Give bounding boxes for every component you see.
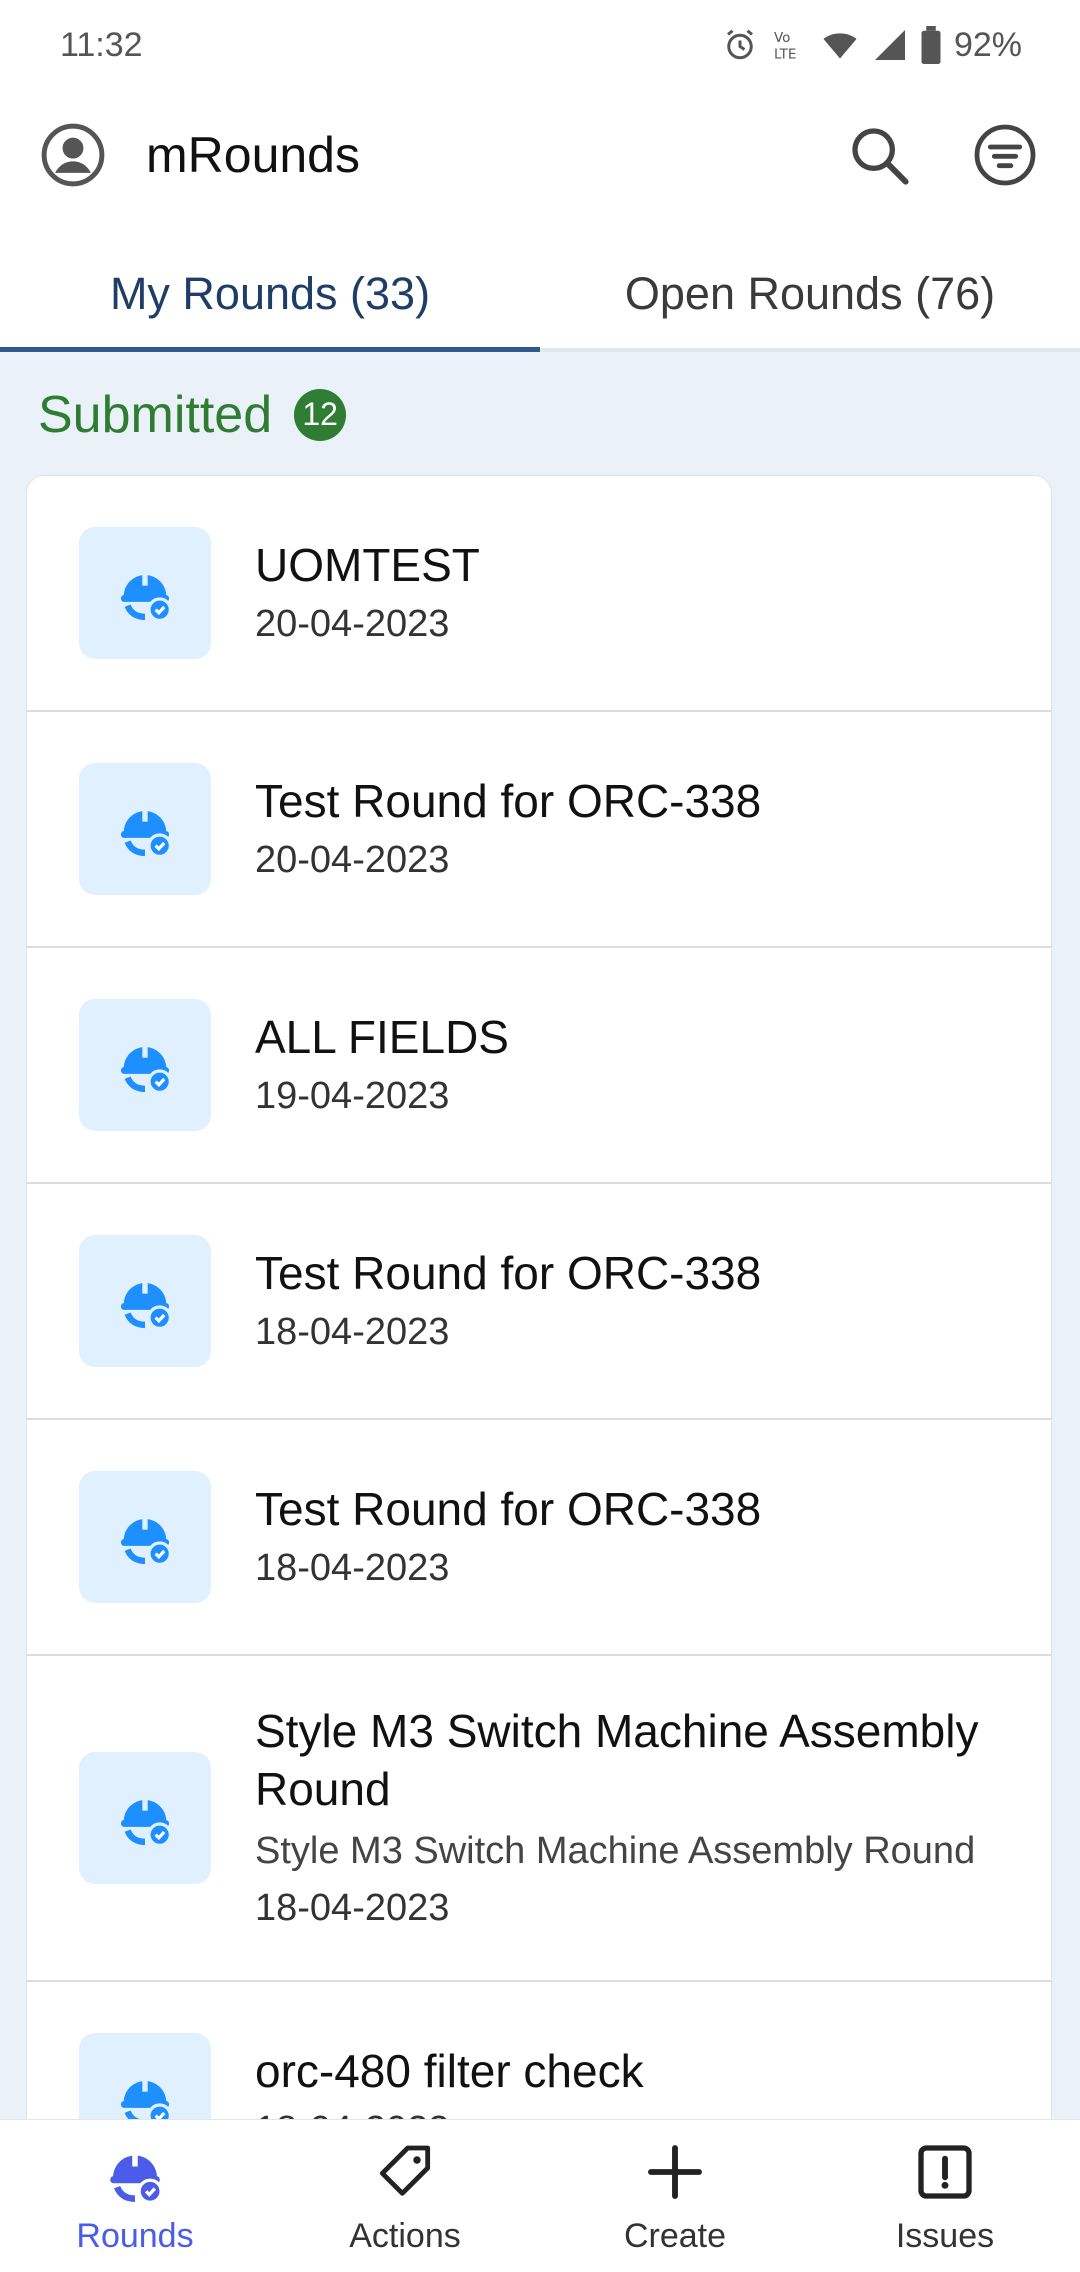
volte-icon: Vo LTE (770, 27, 808, 63)
round-thumb (79, 2033, 211, 2119)
round-title: Style M3 Switch Machine Assembly Round (255, 1705, 979, 1815)
round-thumb (79, 527, 211, 659)
helmet-icon (113, 2065, 177, 2119)
round-date: 20-04-2023 (255, 603, 450, 645)
round-date: 18-04-2023 (255, 1311, 450, 1353)
round-list-item[interactable]: orc-480 filter check 18-04-2023 (27, 1982, 1051, 2119)
round-list-item[interactable]: UOMTEST 20-04-2023 (27, 476, 1051, 712)
status-bar: 11:32 Vo LTE 92% (0, 0, 1080, 90)
nav-label: Actions (349, 2216, 461, 2255)
helmet-icon (113, 559, 177, 628)
helmet-icon (113, 795, 177, 864)
nav-issues[interactable]: Issues (810, 2120, 1080, 2272)
nav-label: Rounds (76, 2216, 194, 2255)
round-date: 18-04-2023 (255, 1887, 450, 1929)
rounds-list-container[interactable]: Submitted 12 UOMTEST 20-04-2023 Test Rou… (0, 352, 1080, 2119)
round-title: Test Round for ORC-338 (255, 775, 762, 827)
account-icon[interactable] (40, 122, 106, 188)
round-date: 18-04-2023 (255, 1547, 450, 1589)
round-title: orc-480 filter check (255, 2045, 644, 2097)
helmet-icon (113, 1503, 177, 1572)
round-list-item[interactable]: Test Round for ORC-338 18-04-2023 (27, 1420, 1051, 1656)
status-time: 11:32 (60, 25, 143, 64)
round-list-item[interactable]: ALL FIELDS 19-04-2023 (27, 948, 1051, 1184)
round-list-item[interactable]: Test Round for ORC-338 20-04-2023 (27, 712, 1051, 948)
submitted-section-header: Submitted 12 (0, 352, 1080, 477)
round-title: UOMTEST (255, 539, 480, 591)
filter-icon[interactable] (970, 120, 1040, 190)
section-count-badge: 12 (294, 388, 347, 441)
plus-icon (640, 2137, 710, 2207)
round-description: Style M3 Switch Machine Assembly Round (255, 1830, 976, 1872)
nav-label: Create (623, 2216, 727, 2255)
round-thumb (79, 763, 211, 895)
round-date: 20-04-2023 (255, 839, 450, 881)
alert-box-icon (910, 2137, 980, 2207)
helmet-icon (113, 1267, 177, 1336)
battery-icon (920, 26, 942, 64)
svg-text:LTE: LTE (774, 47, 796, 63)
round-list-item[interactable]: Test Round for ORC-338 18-04-2023 (27, 1184, 1051, 1420)
status-icons: Vo LTE 92% (722, 26, 1022, 65)
round-thumb (79, 999, 211, 1131)
battery-percentage: 92% (953, 25, 1022, 64)
round-thumb (79, 1235, 211, 1367)
search-icon[interactable] (844, 120, 914, 190)
nav-create[interactable]: Create (540, 2120, 810, 2272)
helmet-icon (113, 1784, 177, 1853)
round-date: 18-04-2023 (255, 2104, 644, 2119)
round-title: Test Round for ORC-338 (255, 1483, 762, 1535)
helmet-icon (113, 1031, 177, 1100)
nav-actions[interactable]: Actions (270, 2120, 540, 2272)
app-bar: mRounds (0, 90, 1080, 220)
round-title: Test Round for ORC-338 (255, 1247, 762, 1299)
tab-open-rounds[interactable]: Open Rounds (76) (540, 240, 1080, 348)
signal-icon (872, 27, 908, 63)
wifi-icon (820, 27, 860, 63)
tab-my-rounds[interactable]: My Rounds (33) (0, 240, 540, 352)
svg-text:Vo: Vo (774, 30, 790, 46)
nav-label: Issues (895, 2216, 995, 2255)
bottom-navigation: Rounds Actions Create Issues (0, 2119, 1080, 2272)
rounds-tabs: My Rounds (33) Open Rounds (76) (0, 240, 1080, 352)
round-date: 19-04-2023 (255, 1075, 450, 1117)
rounds-card: UOMTEST 20-04-2023 Test Round for ORC-33… (26, 475, 1052, 2119)
nav-rounds[interactable]: Rounds (0, 2120, 270, 2272)
alarm-icon (722, 27, 758, 63)
round-thumb (79, 1471, 211, 1603)
round-title: ALL FIELDS (255, 1011, 509, 1063)
helmet-icon (100, 2137, 170, 2207)
app-title: mRounds (146, 127, 360, 183)
round-list-item[interactable]: Style M3 Switch Machine Assembly Round S… (27, 1656, 1051, 1982)
tag-icon (370, 2137, 440, 2207)
round-thumb (79, 1752, 211, 1884)
section-title: Submitted (38, 385, 273, 444)
